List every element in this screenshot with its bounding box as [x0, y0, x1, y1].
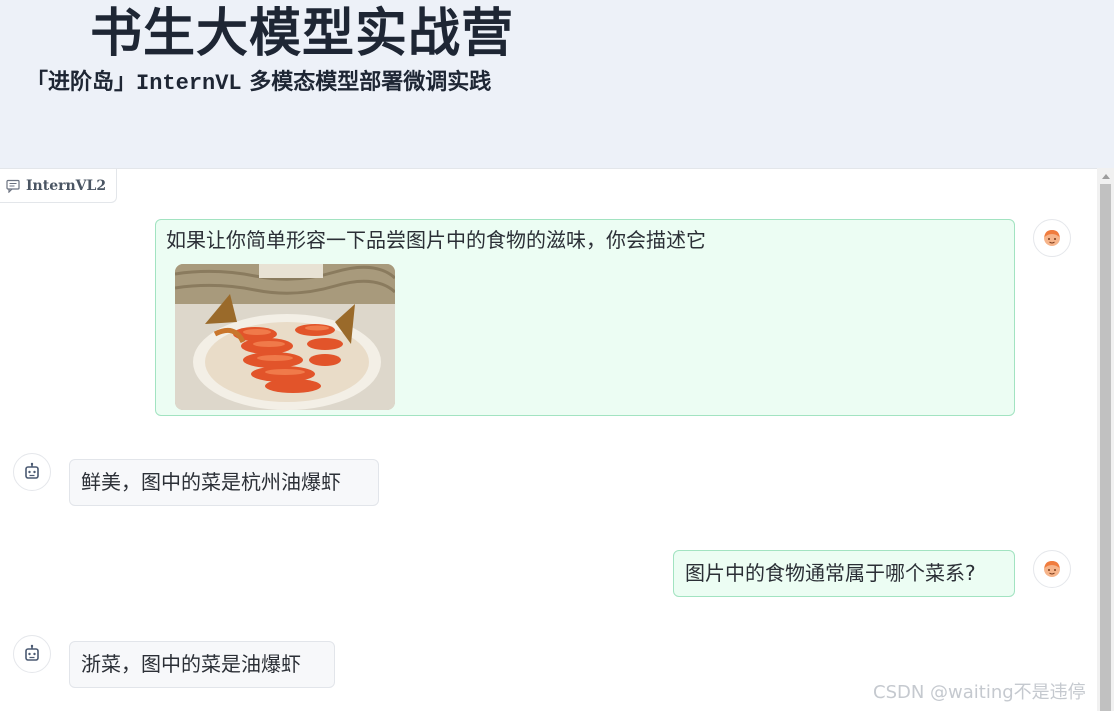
scroll-up-arrow-icon[interactable]	[1097, 168, 1114, 184]
bot-message-text: 浙菜，图中的菜是油爆虾	[81, 652, 301, 676]
subtitle-model: InternVL	[136, 71, 242, 96]
user-avatar-icon	[1044, 230, 1060, 246]
chatbot-label: InternVL2	[0, 169, 118, 203]
bot-message-bubble: 鲜美，图中的菜是杭州油爆虾	[69, 459, 379, 506]
user-message-bubble: 如果让你简单形容一下品尝图片中的食物的滋味，你会描述它	[155, 219, 1015, 416]
food-image[interactable]	[175, 264, 395, 410]
subtitle-prefix: 「进阶岛」	[26, 70, 137, 95]
page-title: 书生大模型实战营	[90, 4, 515, 64]
chatbot-label-text: InternVL2	[26, 177, 107, 194]
subtitle-suffix: 多模态模型部署微调实践	[241, 70, 492, 95]
bot-avatar-icon	[25, 644, 39, 661]
bot-avatar-icon	[25, 462, 39, 479]
watermark: CSDN @waiting不是违停	[873, 682, 1086, 703]
bot-avatar	[13, 453, 51, 491]
chat-scrollbar[interactable]	[1097, 168, 1114, 711]
header-banner: 书生大模型实战营 「进阶岛」InternVL 多模态模型部署微调实践	[0, 0, 1114, 168]
user-avatar	[1033, 550, 1071, 588]
bot-message-text: 鲜美，图中的菜是杭州油爆虾	[81, 470, 341, 494]
page: 书生大模型实战营 「进阶岛」InternVL 多模态模型部署微调实践 Inter…	[0, 0, 1114, 711]
user-avatar-icon	[1044, 561, 1060, 577]
bot-avatar	[13, 635, 51, 673]
user-message-bubble: 图片中的食物通常属于哪个菜系?	[673, 550, 1015, 597]
user-avatar	[1033, 219, 1071, 257]
page-subtitle: 「进阶岛」InternVL 多模态模型部署微调实践	[26, 68, 491, 99]
scrollbar-thumb[interactable]	[1100, 184, 1111, 711]
bot-message-bubble: 浙菜，图中的菜是油爆虾	[69, 641, 335, 688]
user-message-text: 如果让你简单形容一下品尝图片中的食物的滋味，你会描述它	[166, 228, 706, 252]
user-message-text: 图片中的食物通常属于哪个菜系?	[685, 561, 976, 585]
chat-icon	[6, 179, 20, 193]
